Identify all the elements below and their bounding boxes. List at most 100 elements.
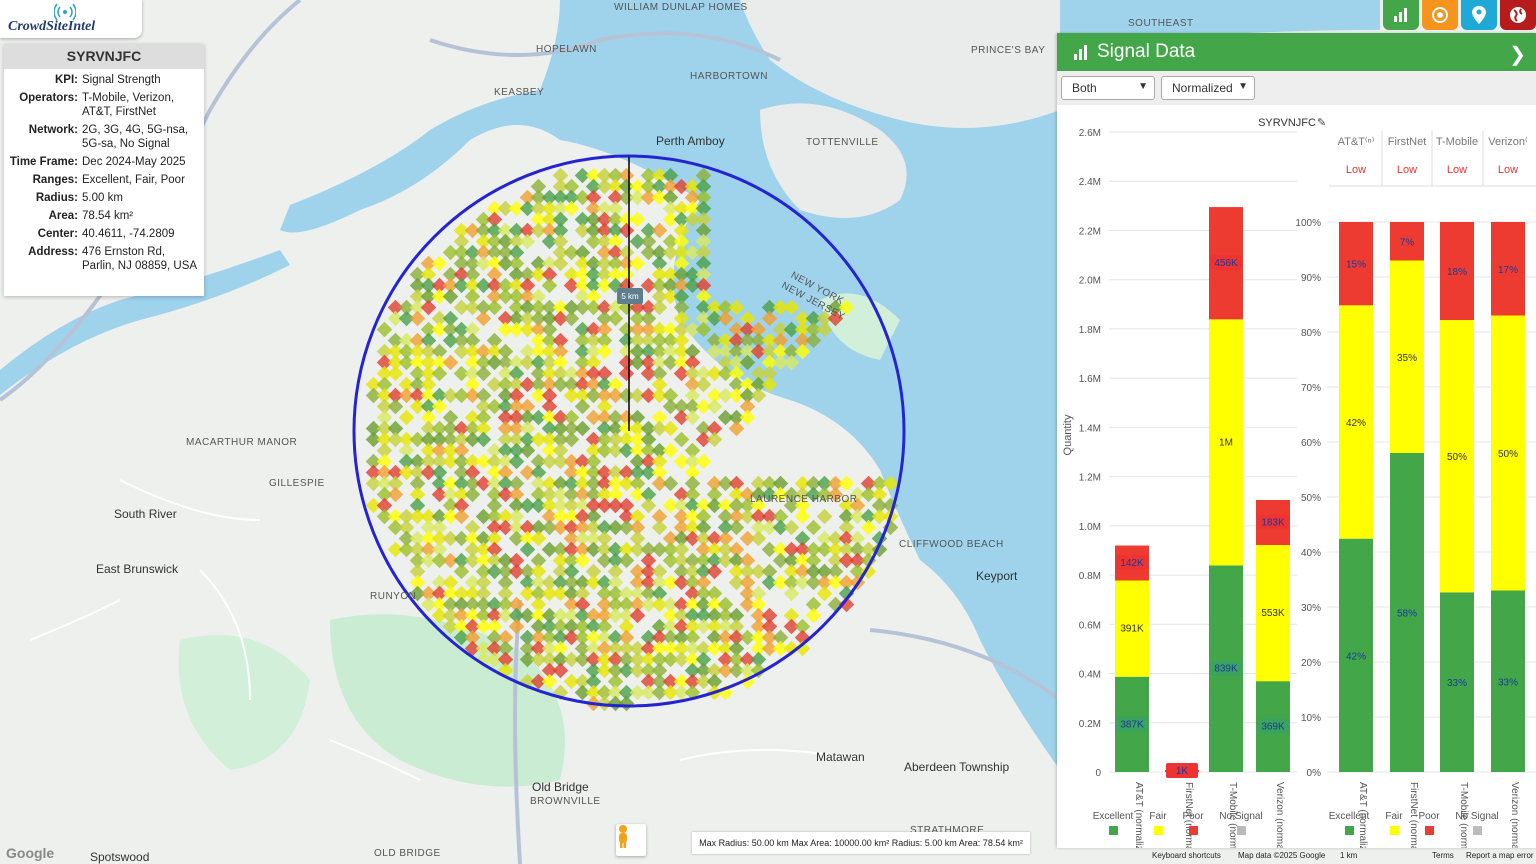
map-label: Spotswood <box>90 850 150 864</box>
bar-chart-icon <box>1394 8 1407 22</box>
legend-label: Fair <box>1149 811 1167 822</box>
data-label: 18% <box>1447 267 1467 278</box>
data-label: 391K <box>1120 624 1144 635</box>
legend-swatch <box>1390 826 1399 835</box>
signal-data-panel: Signal Data ❯ Both ▼ Normalized ▼ SYRVNJFC… <box>1057 33 1536 848</box>
legend-swatch <box>1109 826 1118 835</box>
map-label: South River <box>114 507 177 521</box>
legend-label: Excellent <box>1093 811 1134 822</box>
street-view-pegman[interactable] <box>616 824 646 856</box>
legend-label: No Signal <box>1219 811 1262 822</box>
y-tick-label: 0 <box>1095 768 1101 779</box>
legend-swatch <box>1237 826 1246 835</box>
normalization-select[interactable]: Normalized ▼ <box>1161 76 1255 100</box>
legend-swatch <box>1425 826 1434 835</box>
mode-select[interactable]: Both ▼ <box>1061 76 1155 100</box>
chevron-down-icon: ▼ <box>1238 81 1248 92</box>
info-value: 40.4611, -74.2809 <box>82 228 175 240</box>
terms-link[interactable]: Terms <box>1432 851 1454 860</box>
y-tick-label: 40% <box>1301 548 1321 559</box>
globe-button[interactable] <box>1500 0 1536 30</box>
info-key: Operators: <box>19 92 78 104</box>
data-label: 7% <box>1400 237 1415 248</box>
map-label: Matawan <box>816 750 865 764</box>
report-error-link[interactable]: Report a map error <box>1466 851 1534 860</box>
legend-label: Poor <box>1182 811 1204 822</box>
info-key: Center: <box>37 228 78 240</box>
x-tick-label: FirstNet (normalized) <box>1408 782 1419 848</box>
info-value: 5.00 km <box>82 192 123 204</box>
map-label: HOPELAWN <box>536 44 597 55</box>
map-pin-icon <box>1472 6 1486 24</box>
pegman-icon <box>619 825 627 848</box>
site-title: SYRVNJFC <box>4 44 204 69</box>
legend-swatch <box>1154 826 1163 835</box>
data-label: 387K <box>1120 719 1144 730</box>
data-label: 58% <box>1397 609 1417 620</box>
panel-title: Signal Data <box>1097 41 1196 62</box>
target-button[interactable] <box>1422 0 1458 30</box>
collapse-chevron-icon[interactable]: ❯ <box>1509 42 1526 67</box>
data-label: 369K <box>1261 722 1285 733</box>
scale-label: 1 km <box>1340 851 1358 860</box>
data-label: 1M <box>1219 437 1233 448</box>
data-label: 35% <box>1397 353 1417 364</box>
signal-data-button[interactable] <box>1383 0 1419 30</box>
y-axis-label: Quantity <box>1062 414 1074 455</box>
y-tick-label: 20% <box>1301 658 1321 669</box>
info-value: Excellent, Fair, Poor <box>82 174 185 186</box>
data-label: 33% <box>1447 678 1467 689</box>
map-label: BROWNVILLE <box>530 796 601 807</box>
table-header: Verizon⁽ <box>1488 136 1528 148</box>
map-label: KEASBEY <box>494 87 545 98</box>
data-label: 50% <box>1498 449 1518 460</box>
map-info-strip: Max Radius: 50.00 km Max Area: 10000.00 … <box>692 832 1030 854</box>
y-tick-label: 1.8M <box>1079 325 1101 336</box>
y-tick-label: 2.4M <box>1079 177 1101 188</box>
data-label: 42% <box>1346 418 1366 429</box>
y-tick-label: 70% <box>1301 383 1321 394</box>
chevron-down-icon: ▼ <box>1138 81 1148 92</box>
info-value: Signal Strength <box>82 74 161 86</box>
info-key: Address: <box>28 246 78 258</box>
mode-select-value: Both <box>1072 81 1097 95</box>
app-logo[interactable]: CrowdSiteIntel <box>0 0 142 38</box>
data-label: 183K <box>1261 518 1285 529</box>
map-label: RUNYON <box>370 591 417 602</box>
info-key: Area: <box>48 210 78 222</box>
logo-text: CrowdSiteIntel <box>8 19 96 34</box>
info-value: 78.54 km² <box>82 210 134 222</box>
location-button[interactable] <box>1461 0 1497 30</box>
y-tick-label: 10% <box>1301 713 1321 724</box>
info-row: Operators: T-Mobile, Verizon, AT&T, First… <box>8 91 200 119</box>
y-tick-label: 0.8M <box>1079 571 1101 582</box>
data-label: 42% <box>1346 651 1366 662</box>
data-label: 142K <box>1120 558 1144 569</box>
data-label: 456K <box>1214 258 1238 269</box>
map-label: Keyport <box>976 569 1018 583</box>
table-header: FirstNet <box>1388 136 1427 148</box>
y-tick-label: 2.6M <box>1079 128 1101 139</box>
map-data-attribution: Map data ©2025 Google <box>1238 851 1326 860</box>
keyboard-shortcuts-link[interactable]: Keyboard shortcuts <box>1152 851 1221 860</box>
y-tick-label: 80% <box>1301 328 1321 339</box>
table-header: AT&T⁽ⁿ⁾ <box>1338 136 1375 148</box>
map-label: WILLIAM DUNLAP HOMES <box>614 2 748 13</box>
data-label: 15% <box>1346 260 1366 271</box>
y-tick-label: 1.6M <box>1079 374 1101 385</box>
info-value: Dec 2024-May 2025 <box>82 156 186 168</box>
info-value: 476 Ernston Rd, Parlin, NJ 08859, USA <box>82 246 198 272</box>
info-key: Network: <box>28 124 78 136</box>
y-tick-label: 2.2M <box>1079 226 1101 237</box>
edit-pencil-icon: ✎ <box>1317 117 1326 129</box>
legend-swatch <box>1189 826 1198 835</box>
signal-charts: SYRVNJFC ✎ 0 0.2M 0.4M 0.6M 0.8M 1.0M 1.2M 1.4M 1.… <box>1062 117 1536 848</box>
y-tick-label: 0.6M <box>1079 620 1101 631</box>
y-tick-label: 2.0M <box>1079 276 1101 287</box>
panel-header: Signal Data ❯ <box>1057 33 1536 71</box>
info-key: Radius: <box>35 192 78 204</box>
legend-swatch <box>1473 826 1482 835</box>
table-value: Low <box>1447 164 1467 176</box>
data-label: 553K <box>1261 608 1285 619</box>
legend-label: Poor <box>1418 811 1440 822</box>
